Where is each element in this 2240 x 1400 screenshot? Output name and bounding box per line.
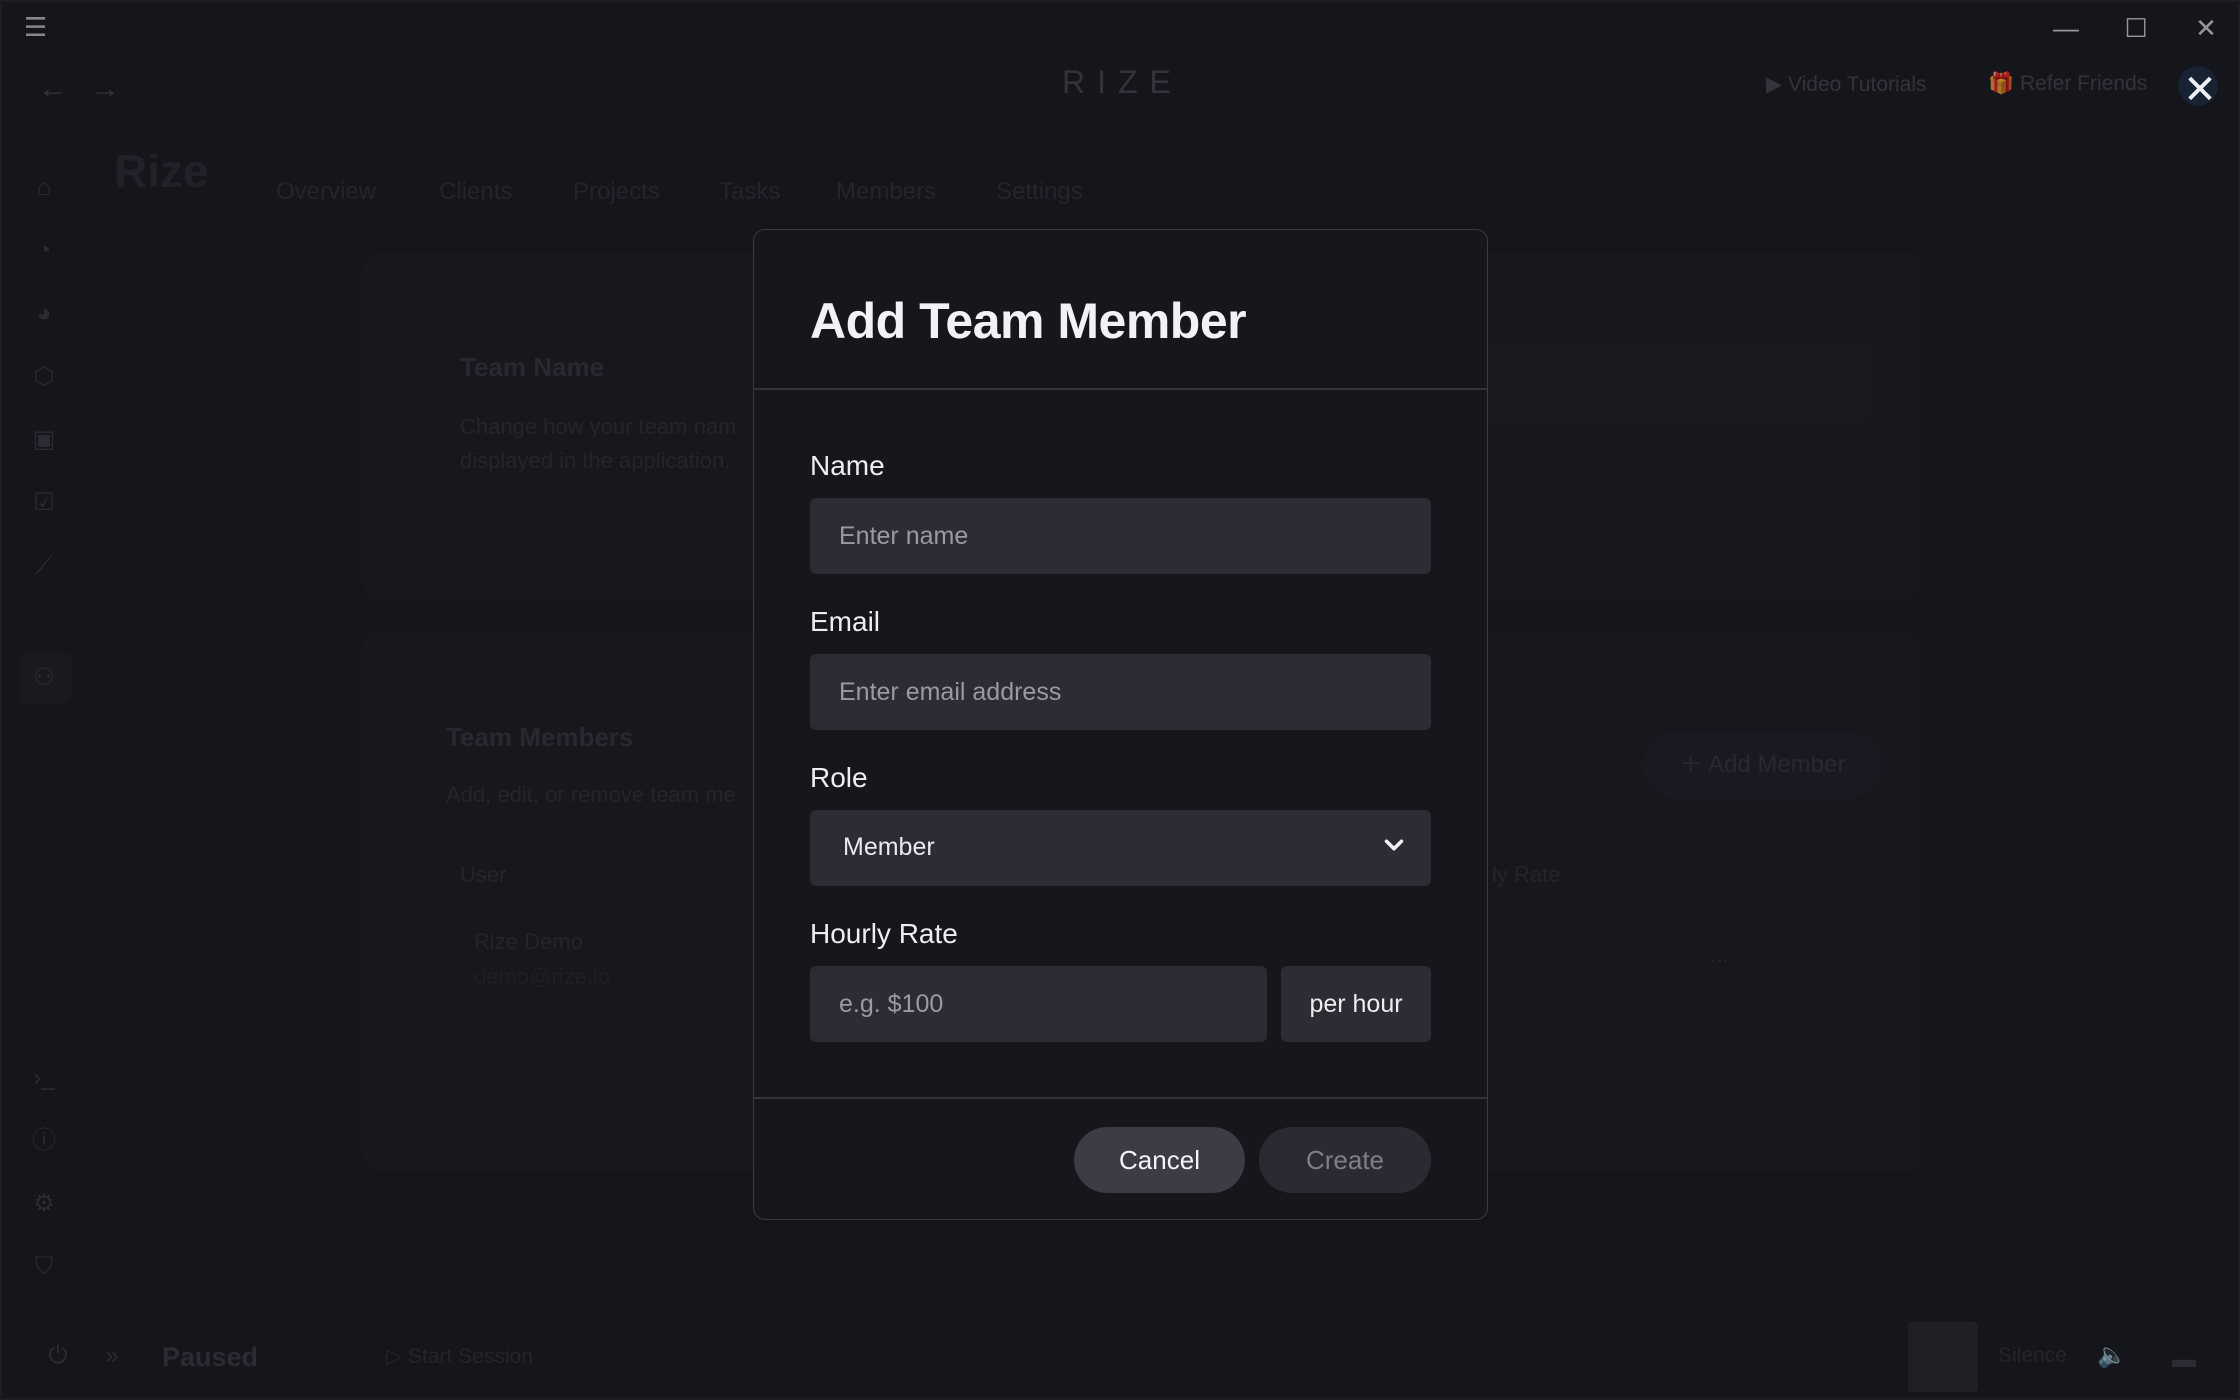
rate-unit-select[interactable]: per hour [1281,966,1431,1042]
role-label: Role [810,762,868,793]
create-button[interactable]: Create [1259,1127,1431,1193]
name-label: Name [810,450,885,481]
email-label: Email [810,606,881,637]
footer-divider [754,1097,1487,1099]
dialog-title: Add Team Member [810,293,1247,349]
add-team-member-dialog: Add Team Member Name Email Role Member H… [753,229,1488,1220]
chevron-down-icon [1384,839,1404,851]
hourly-rate-label: Hourly Rate [810,918,958,949]
name-input[interactable] [810,498,1431,574]
role-select-value: Member [843,833,935,861]
cancel-button[interactable]: Cancel [1074,1127,1245,1193]
close-icon[interactable]: ✕ [2180,70,2220,110]
header-divider [754,388,1487,390]
email-input[interactable] [810,654,1431,730]
role-select[interactable]: Member [810,810,1431,886]
hourly-rate-input[interactable] [810,966,1267,1042]
